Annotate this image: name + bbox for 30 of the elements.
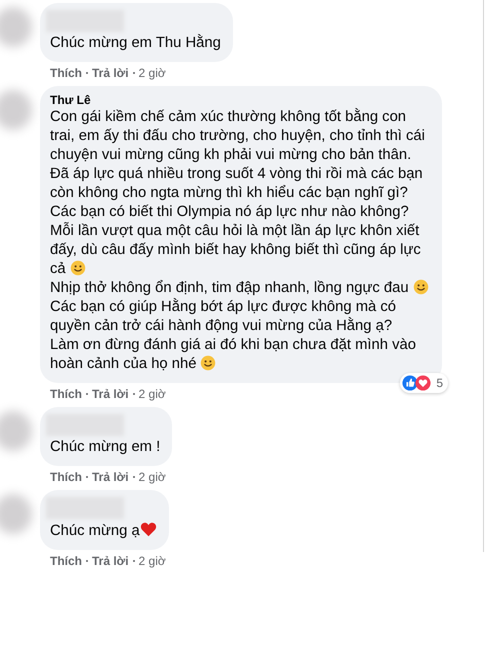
avatar[interactable] (0, 7, 32, 47)
reaction-count: 5 (436, 376, 443, 390)
comment-text: Chúc mừng ạ (50, 521, 157, 541)
reply-link[interactable]: Trả lời (92, 387, 129, 401)
comment-text: Chúc mừng em ! (50, 438, 160, 457)
timestamp[interactable]: 2 giờ (138, 387, 166, 401)
reply-link[interactable]: Trả lời (92, 554, 129, 568)
reply-link[interactable]: Trả lời (92, 66, 129, 80)
thumbs-up-icon (402, 375, 418, 391)
like-link[interactable]: Thích (50, 387, 82, 401)
comment-text: Con gái kiềm chế cảm xúc thường không tốt bằng con trai, em ấy thi đấu cho trường, cho huyện, cho tỉnh thì cái chuyện vui mừng cũng kh phải vui mừng cho bản thân. (50, 108, 426, 165)
timestamp[interactable]: 2 giờ (138, 66, 166, 80)
comment-text: Nhịp thở không ổn định, tim đập nhanh, lồng ngực đau (50, 279, 430, 298)
comment-text: Các bạn có giúp Hằng bớt áp lực được không mà có quyền cản trở cái hành động vui mừng của Hằng ạ? (50, 298, 398, 336)
comment-text: Chúc mừng em Thu Hằng (50, 34, 221, 53)
comment-text: Đã áp lực quá nhiều trong suốt 4 vòng thi rồi mà các bạn còn không cho ngta mừng thì kh hiểu các bạn nghĩ gì? (50, 165, 424, 203)
reply-link[interactable]: Trả lời (92, 470, 129, 484)
comment-text: Làm ơn đừng đánh giá ai đó khi bạn chưa đặt mình vào hoàn cảnh của họ nhé (50, 336, 417, 374)
avatar[interactable] (0, 494, 32, 534)
reaction-badge[interactable]: 5 (400, 373, 448, 393)
timestamp[interactable]: 2 giờ (138, 470, 166, 484)
timestamp[interactable]: 2 giờ (138, 554, 166, 568)
avatar[interactable] (0, 90, 32, 130)
commenter-name[interactable]: Thư Lê (50, 93, 430, 107)
like-link[interactable]: Thích (50, 66, 82, 80)
like-link[interactable]: Thích (50, 554, 82, 568)
avatar[interactable] (0, 411, 32, 451)
comment-text: Các bạn có biết thi Olympia nó áp lực như nào không? (50, 203, 410, 222)
like-link[interactable]: Thích (50, 470, 82, 484)
comment-text: Mỗi lần vượt qua một câu hỏi là một lần áp lực khôn xiết đấy, dù câu đấy mình biết hay không biết thì cũng áp lực cả (50, 222, 422, 279)
